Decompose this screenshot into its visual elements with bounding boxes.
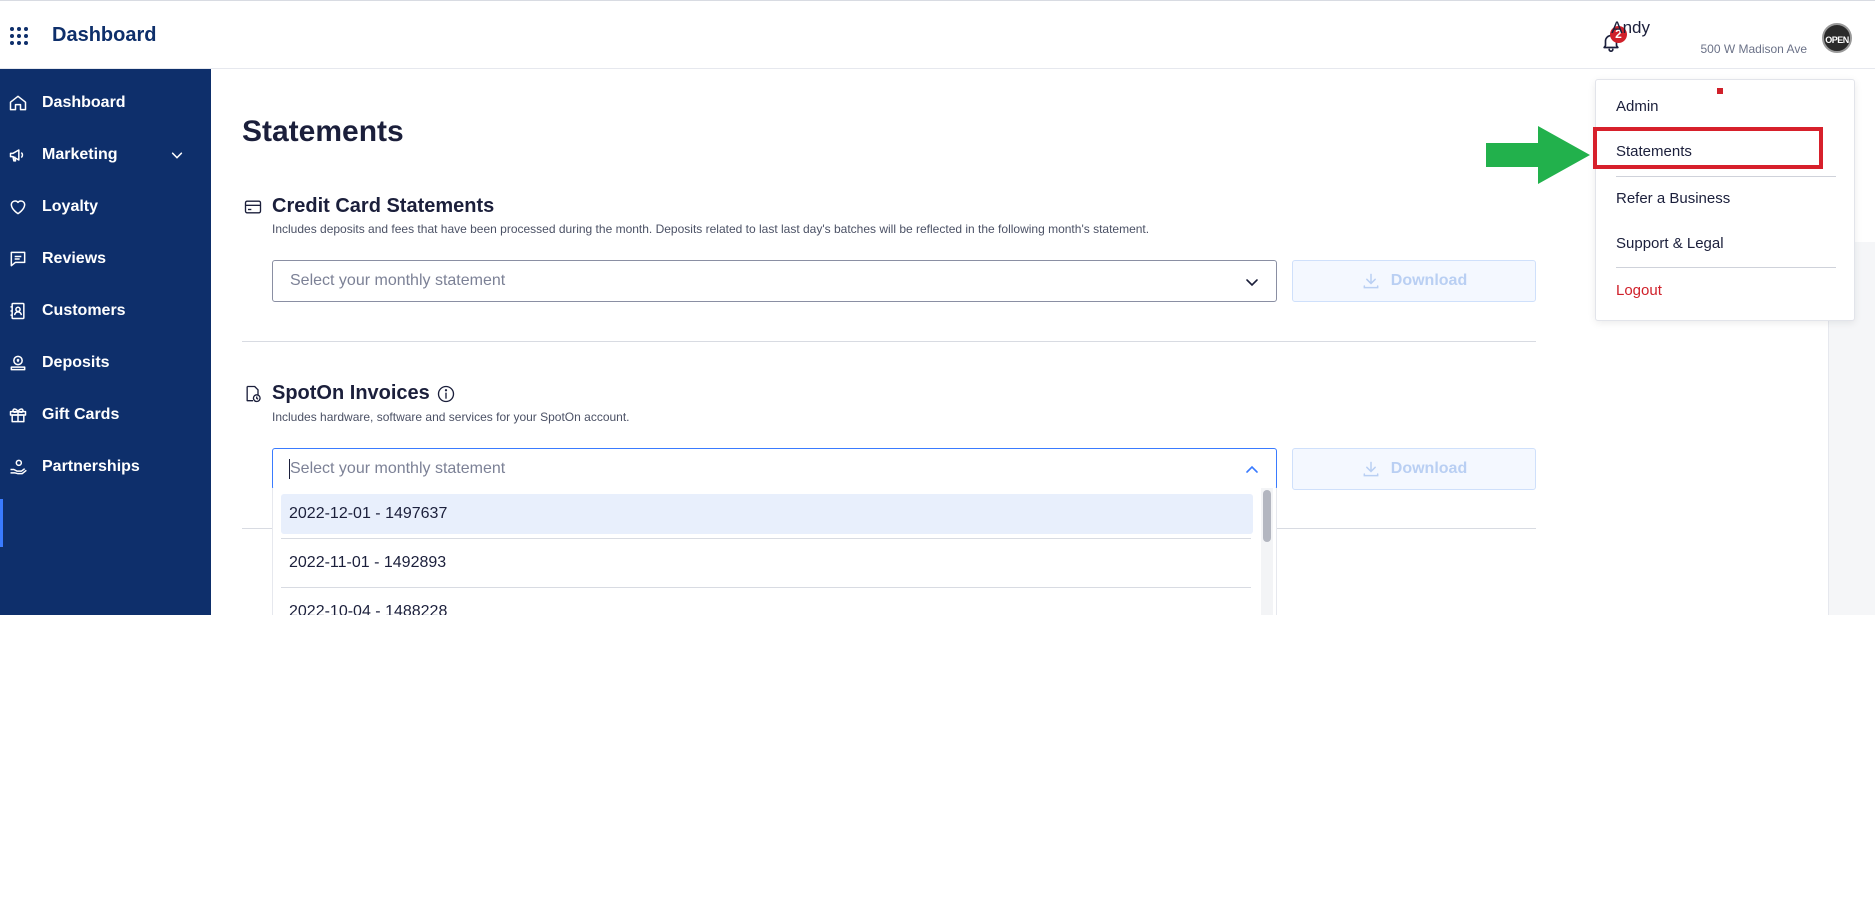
menu-divider bbox=[1616, 176, 1836, 177]
chat-icon bbox=[10, 251, 26, 267]
credit-card-section-description: Includes deposits and fees that have bee… bbox=[272, 222, 1150, 236]
sidebar-item-gift-cards[interactable]: Gift Cards bbox=[0, 395, 211, 435]
user-address: 500 W Madison Ave bbox=[1700, 42, 1807, 56]
chevron-down-icon[interactable] bbox=[170, 148, 184, 162]
select-placeholder: Select your monthly statement bbox=[290, 272, 506, 289]
sidebar-item-label: Marketing bbox=[42, 146, 118, 163]
coin-stack-icon bbox=[10, 355, 26, 371]
menu-item-logout[interactable]: Logout bbox=[1616, 282, 1662, 299]
annotation-highlight-box bbox=[1593, 127, 1823, 169]
handshake-icon bbox=[10, 459, 27, 475]
download-icon bbox=[1363, 273, 1379, 289]
sidebar-item-partnerships[interactable]: Partnerships bbox=[0, 447, 211, 487]
apps-grid-icon[interactable] bbox=[10, 27, 28, 45]
download-label: Download bbox=[1390, 460, 1468, 477]
sidebar-item-label: Customers bbox=[42, 302, 126, 319]
chevron-down-icon[interactable] bbox=[1244, 274, 1260, 290]
sidebar-item-deposits[interactable]: Deposits bbox=[0, 343, 211, 383]
credit-card-statement-select[interactable]: Select your monthly statement bbox=[272, 260, 1277, 302]
chevron-up-icon[interactable] bbox=[1244, 462, 1260, 478]
section-divider bbox=[242, 341, 1536, 342]
sidebar-item-loyalty[interactable]: Loyalty bbox=[0, 187, 211, 227]
invoice-options-dropdown: 2022-12-01 - 1497637 2022-11-01 - 149289… bbox=[272, 488, 1277, 615]
dropdown-option[interactable]: 2022-11-01 - 1492893 bbox=[281, 543, 1253, 583]
home-icon bbox=[9, 95, 27, 111]
invoice-download-button[interactable]: Download bbox=[1292, 448, 1536, 490]
info-icon[interactable] bbox=[436, 384, 456, 404]
annotation-arrow-icon bbox=[1486, 126, 1590, 184]
option-divider bbox=[281, 538, 1251, 539]
scrollbar-thumb[interactable] bbox=[1263, 490, 1271, 542]
red-marker bbox=[1717, 88, 1723, 94]
contact-book-icon bbox=[10, 302, 25, 320]
megaphone-icon bbox=[9, 149, 24, 162]
sidebar-item-label: Gift Cards bbox=[42, 406, 120, 423]
credit-card-download-button[interactable]: Download bbox=[1292, 260, 1536, 302]
sidebar-active-indicator bbox=[0, 499, 3, 547]
sidebar-item-customers[interactable]: Customers bbox=[0, 291, 211, 331]
sidebar: Dashboard Marketing Loyalty Reviews Cust… bbox=[0, 69, 211, 615]
sidebar-item-dashboard[interactable]: Dashboard bbox=[0, 83, 211, 123]
sidebar-item-label: Deposits bbox=[42, 354, 110, 371]
menu-divider bbox=[1616, 267, 1836, 268]
menu-item-admin[interactable]: Admin bbox=[1616, 98, 1659, 115]
app-window: Dashboard 2 Andy 500 W Madison Ave OPEN … bbox=[0, 0, 1875, 615]
sidebar-item-label: Loyalty bbox=[42, 198, 99, 215]
heart-icon bbox=[10, 200, 26, 215]
gift-icon bbox=[9, 408, 27, 423]
dropdown-option[interactable]: 2022-10-04 - 1488228 bbox=[281, 592, 1253, 615]
page-title: Statements bbox=[242, 115, 404, 148]
invoice-clock-icon bbox=[246, 385, 261, 403]
top-bar: Dashboard 2 Andy 500 W Madison Ave OPEN bbox=[0, 0, 1875, 69]
sidebar-item-label: Dashboard bbox=[42, 94, 126, 111]
sidebar-item-marketing[interactable]: Marketing bbox=[0, 135, 211, 175]
dropdown-option[interactable]: 2022-12-01 - 1497637 bbox=[281, 494, 1253, 534]
avatar[interactable]: OPEN bbox=[1822, 23, 1852, 53]
invoices-section-title: SpotOn Invoices bbox=[272, 382, 430, 404]
option-divider bbox=[281, 587, 1251, 588]
invoices-section-description: Includes hardware, software and services… bbox=[272, 410, 630, 424]
download-label: Download bbox=[1390, 272, 1468, 289]
credit-card-icon bbox=[244, 200, 262, 214]
user-menu: Admin Statements Refer a Business Suppor… bbox=[1595, 79, 1855, 321]
invoice-statement-select[interactable]: Select your monthly statement bbox=[272, 448, 1277, 490]
user-name[interactable]: Andy bbox=[1611, 18, 1650, 38]
download-icon bbox=[1363, 461, 1379, 477]
menu-item-support-legal[interactable]: Support & Legal bbox=[1616, 235, 1724, 252]
sidebar-item-label: Reviews bbox=[42, 250, 107, 267]
sidebar-item-label: Partnerships bbox=[42, 458, 140, 475]
menu-item-refer-a-business[interactable]: Refer a Business bbox=[1616, 190, 1730, 207]
select-placeholder: Select your monthly statement bbox=[290, 460, 506, 477]
sidebar-item-reviews[interactable]: Reviews bbox=[0, 239, 211, 279]
app-title: Dashboard bbox=[52, 24, 157, 46]
credit-card-section-title: Credit Card Statements bbox=[272, 195, 495, 217]
